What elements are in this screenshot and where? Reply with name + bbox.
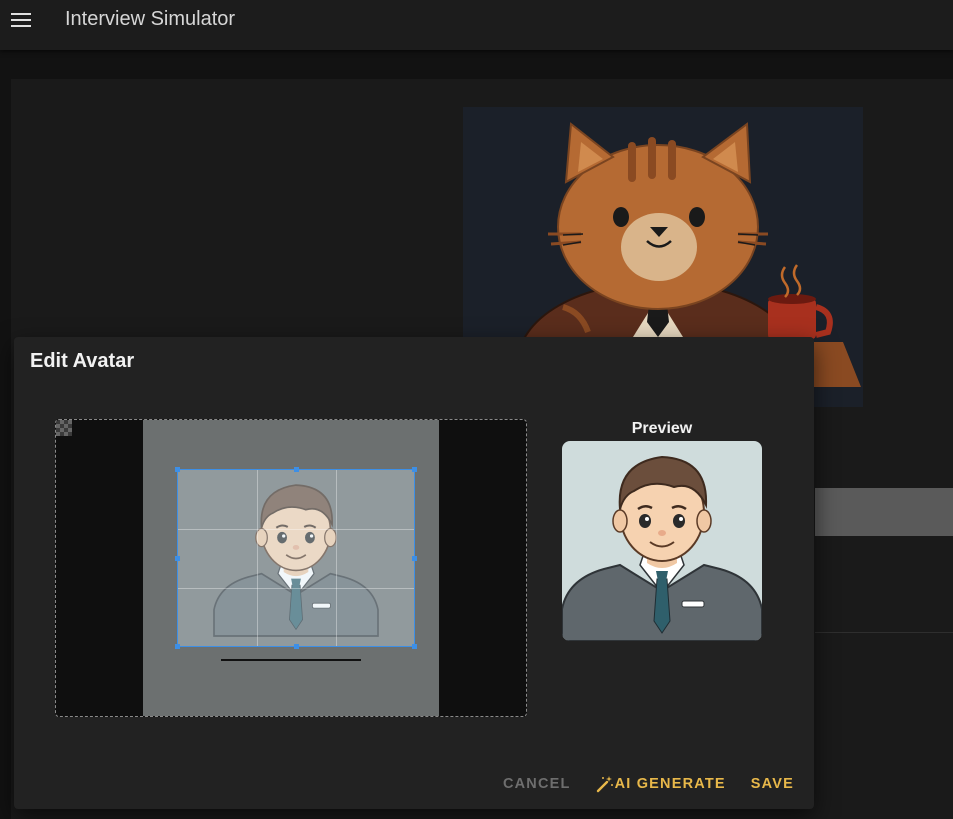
- crop-handle-bottom-left[interactable]: [175, 644, 180, 649]
- hamburger-menu-icon[interactable]: [11, 13, 31, 27]
- image-crop-area[interactable]: [55, 419, 527, 717]
- dialog-title: Edit Avatar: [30, 350, 135, 372]
- dialog-actions: CANCEL AI GENERATE SAVE: [503, 775, 794, 793]
- crop-handle-top-left[interactable]: [175, 467, 180, 472]
- app-title: Interview Simulator: [65, 8, 236, 30]
- source-image: [143, 420, 439, 716]
- background-divider: [815, 632, 953, 633]
- crop-handle-bottom-right[interactable]: [412, 644, 417, 649]
- preview-label: Preview: [631, 420, 693, 437]
- cancel-button[interactable]: CANCEL: [503, 776, 571, 792]
- crop-handle-top-right[interactable]: [412, 467, 417, 472]
- app-bar: Interview Simulator: [0, 0, 953, 50]
- background-strip: [815, 488, 953, 536]
- ai-generate-label: AI GENERATE: [614, 776, 726, 792]
- crop-handle-right[interactable]: [412, 556, 417, 561]
- crop-handle-top[interactable]: [294, 467, 299, 472]
- crop-selection-box[interactable]: [175, 467, 417, 649]
- crop-handle-bottom[interactable]: [294, 644, 299, 649]
- edit-avatar-dialog: Edit Avatar Preview CANCEL AI GENERATE S…: [14, 337, 814, 809]
- avatar-preview: [562, 441, 762, 641]
- magic-wand-icon: [596, 775, 614, 793]
- ai-generate-button[interactable]: AI GENERATE: [596, 775, 726, 793]
- crop-handle-left[interactable]: [175, 556, 180, 561]
- transparency-checker-icon: [56, 420, 72, 436]
- save-button[interactable]: SAVE: [751, 776, 794, 792]
